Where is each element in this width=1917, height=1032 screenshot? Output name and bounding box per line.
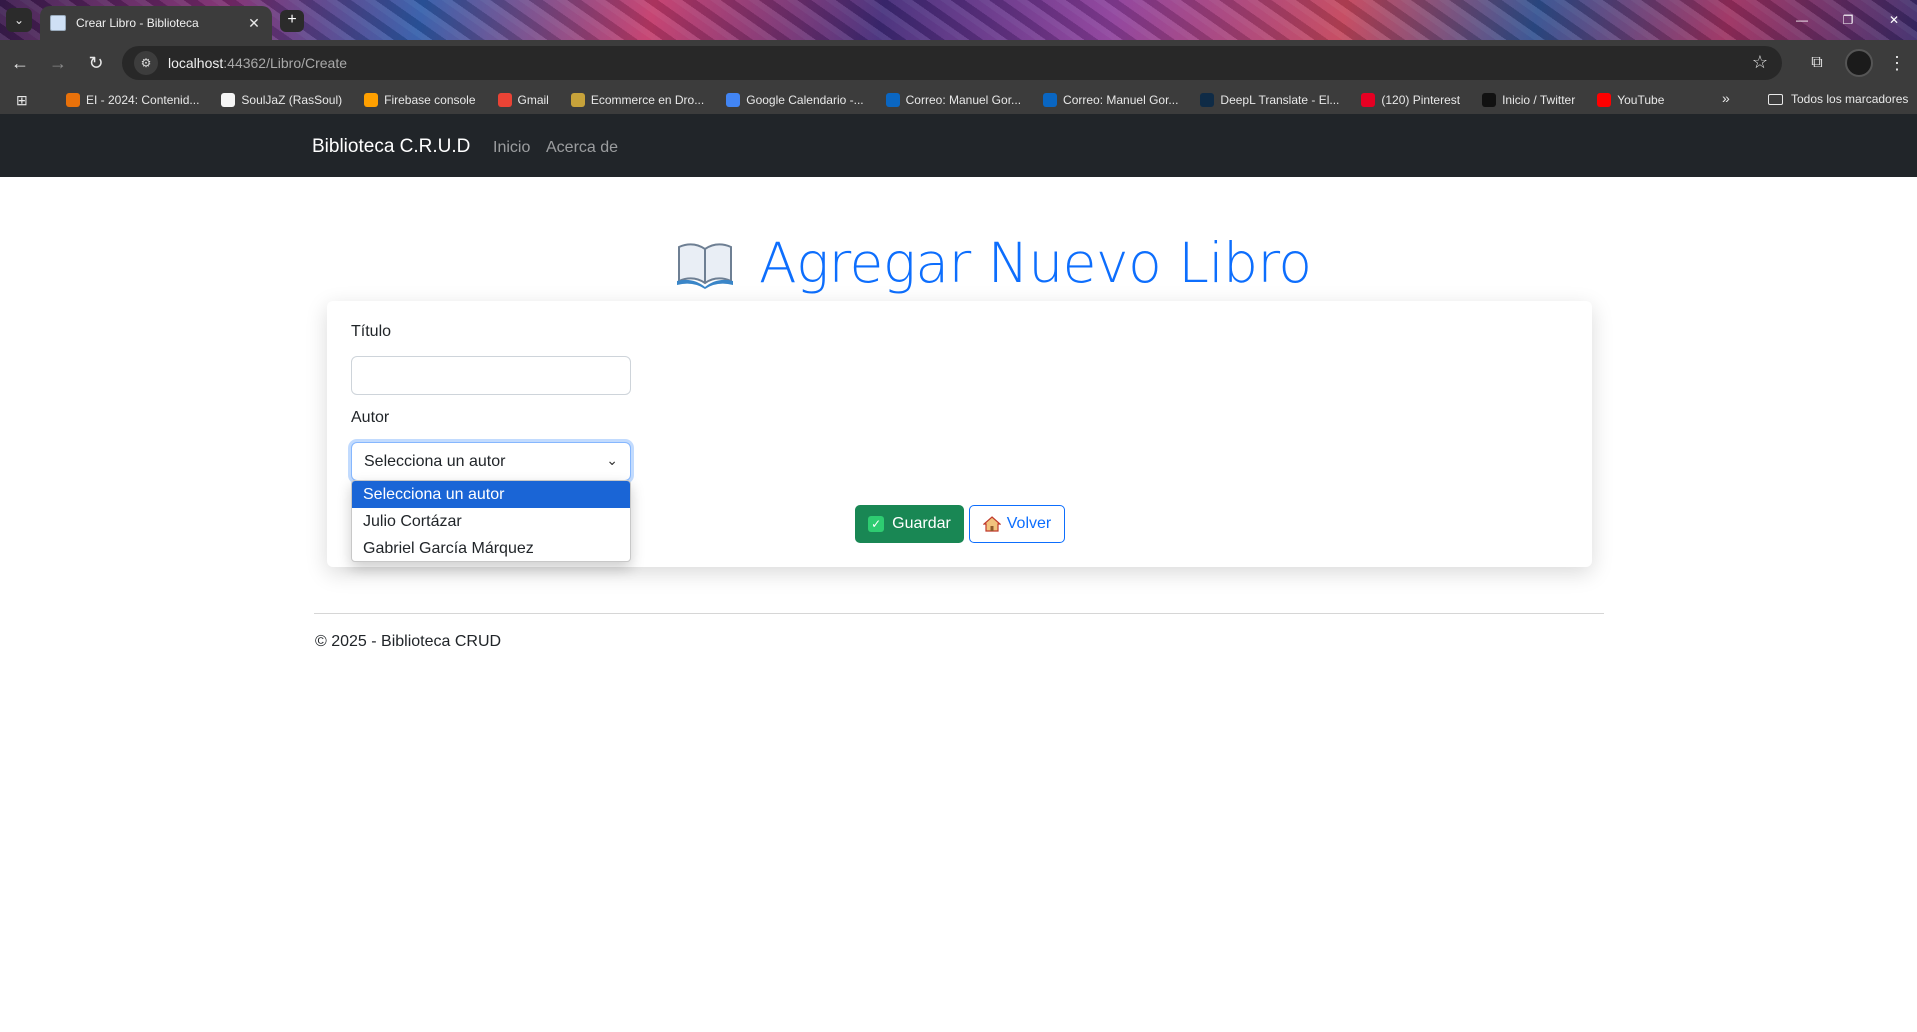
back-label: Volver <box>1006 515 1052 532</box>
bookmark-favicon-icon <box>885 93 900 107</box>
bookmark-label: (120) Pinterest <box>1381 93 1461 107</box>
bookmark-label: Firebase console <box>384 93 476 107</box>
back-button[interactable]: Volver <box>969 505 1065 543</box>
bookmark-label: Inicio / Twitter <box>1502 93 1576 107</box>
bookmark-label: YouTube <box>1617 93 1665 107</box>
bookmark-favicon-icon <box>1361 93 1376 107</box>
address-bar[interactable]: ⚙ localhost:44362/Libro/Create ☆ <box>122 46 1782 80</box>
titulo-label: Título <box>351 323 392 340</box>
forward-arrow-icon[interactable]: → <box>40 45 76 81</box>
bookmark-item[interactable]: Ecommerce en Dro... <box>570 93 705 107</box>
bookmark-favicon-icon <box>1043 93 1058 107</box>
open-book-icon <box>677 243 733 289</box>
bookmark-favicon-icon <box>66 93 80 107</box>
folder-icon <box>1768 93 1783 105</box>
bookmark-favicon-icon <box>1200 93 1215 107</box>
bookmark-item[interactable]: EI - 2024: Contenid... <box>66 93 199 107</box>
close-window-icon[interactable]: ✕ <box>1871 0 1917 40</box>
bookmark-label: Correo: Manuel Gor... <box>1063 93 1179 107</box>
heading-text: Agregar Nuevo Libro <box>759 231 1312 295</box>
active-tab[interactable]: Crear Libro - Biblioteca ✕ <box>40 6 272 40</box>
all-bookmarks-button[interactable]: Todos los marcadores <box>1768 92 1908 106</box>
reload-icon[interactable]: ↻ <box>78 45 114 81</box>
bookmark-item[interactable]: YouTube <box>1597 93 1664 107</box>
menu-kebab-icon[interactable]: ⋮ <box>1887 53 1907 74</box>
bookmark-label: Ecommerce en Dro... <box>590 93 705 107</box>
bookmark-item[interactable]: Gmail <box>497 93 549 107</box>
bookmark-item[interactable]: SoulJaZ (RasSoul) <box>221 93 342 107</box>
bookmark-favicon-icon <box>364 93 379 107</box>
bookmark-item[interactable]: Inicio / Twitter <box>1482 93 1575 107</box>
back-arrow-icon[interactable]: ← <box>2 45 38 81</box>
new-tab-button[interactable]: + <box>280 10 304 32</box>
page-title: Agregar Nuevo Libro <box>675 229 1312 297</box>
footer-divider <box>314 613 1604 614</box>
bookmark-item[interactable]: Correo: Manuel Gor... <box>885 93 1022 107</box>
save-label: Guardar <box>892 515 951 532</box>
bookmark-label: Correo: Manuel Gor... <box>905 93 1022 107</box>
page-favicon-icon <box>50 15 66 31</box>
bookmark-label: SoulJaZ (RasSoul) <box>241 93 343 107</box>
bookmark-favicon-icon <box>221 93 236 107</box>
bookmark-favicon-icon <box>497 93 512 107</box>
bookmark-favicon-icon <box>1482 93 1497 107</box>
extensions-icon[interactable]: ⧉ <box>1799 45 1835 81</box>
bookmark-star-icon[interactable]: ☆ <box>1752 52 1768 73</box>
autor-option[interactable]: Gabriel García Márquez <box>352 535 630 561</box>
tab-title: Crear Libro - Biblioteca <box>76 16 199 30</box>
autor-select[interactable]: Selecciona un autor ⌄ <box>351 442 631 481</box>
footer-text: © 2025 - Biblioteca CRUD <box>315 633 502 650</box>
window-controls: — ❐ ✕ <box>1779 0 1917 40</box>
autor-dropdown-list: Selecciona un autor Julio Cortázar Gabri… <box>351 480 631 562</box>
nav-link-acerca[interactable]: Acerca de <box>546 139 618 157</box>
chevron-down-icon: ⌄ <box>606 452 618 468</box>
autor-option[interactable]: Selecciona un autor <box>352 481 630 508</box>
bookmark-label: Google Calendario -... <box>746 93 864 107</box>
bookmark-favicon-icon <box>570 93 585 107</box>
site-navbar: Biblioteca C.R.U.D Inicio Acerca de <box>0 114 1917 177</box>
tab-strip: ⌄ Crear Libro - Biblioteca ✕ + — ❐ ✕ <box>0 0 1917 40</box>
bookmark-item[interactable]: Correo: Manuel Gor... <box>1043 93 1178 107</box>
close-tab-icon[interactable]: ✕ <box>246 15 262 32</box>
profile-avatar[interactable] <box>1845 49 1873 77</box>
bookmark-item[interactable]: Google Calendario -... <box>726 93 864 107</box>
check-icon: ✓ <box>868 516 885 532</box>
url-host: localhost <box>168 55 224 71</box>
bookmark-favicon-icon <box>1597 93 1612 107</box>
all-bookmarks-label: Todos los marcadores <box>1791 92 1909 106</box>
site-info-icon[interactable]: ⚙ <box>134 51 158 75</box>
bookmark-item[interactable]: Firebase console <box>364 93 476 107</box>
titulo-input[interactable] <box>351 356 631 395</box>
tab-search-icon[interactable]: ⌄ <box>6 8 32 32</box>
restore-icon[interactable]: ❐ <box>1825 0 1871 40</box>
autor-label: Autor <box>351 409 390 426</box>
apps-grid-icon[interactable]: ⊞ <box>16 92 36 109</box>
bookmark-label: Gmail <box>517 93 549 107</box>
minimize-icon[interactable]: — <box>1779 0 1825 40</box>
bookmark-item[interactable]: DeepL Translate - El... <box>1200 93 1339 107</box>
autor-selected-value: Selecciona un autor <box>364 452 506 470</box>
more-bookmarks-icon[interactable]: » <box>1722 90 1730 106</box>
bookmark-label: EI - 2024: Contenid... <box>86 93 200 107</box>
bookmarks-bar: ⊞ EI - 2024: Contenid... SoulJaZ (RasSoul… <box>0 86 1917 114</box>
bookmark-label: DeepL Translate - El... <box>1220 93 1340 107</box>
url-path: :44362/Libro/Create <box>223 55 348 71</box>
save-button[interactable]: ✓ Guardar <box>855 505 964 543</box>
nav-link-inicio[interactable]: Inicio <box>493 139 530 157</box>
browser-toolbar: ← → ↻ ⚙ localhost:44362/Libro/Create ☆ ⧉… <box>0 40 1917 86</box>
bookmark-item[interactable]: (120) Pinterest <box>1361 93 1460 107</box>
navbar-brand[interactable]: Biblioteca C.R.U.D <box>312 136 470 158</box>
page-content: Biblioteca C.R.U.D Inicio Acerca de Agre… <box>0 114 1917 1032</box>
house-icon <box>982 516 1001 532</box>
autor-option[interactable]: Julio Cortázar <box>352 508 630 535</box>
bookmark-favicon-icon <box>726 93 741 107</box>
